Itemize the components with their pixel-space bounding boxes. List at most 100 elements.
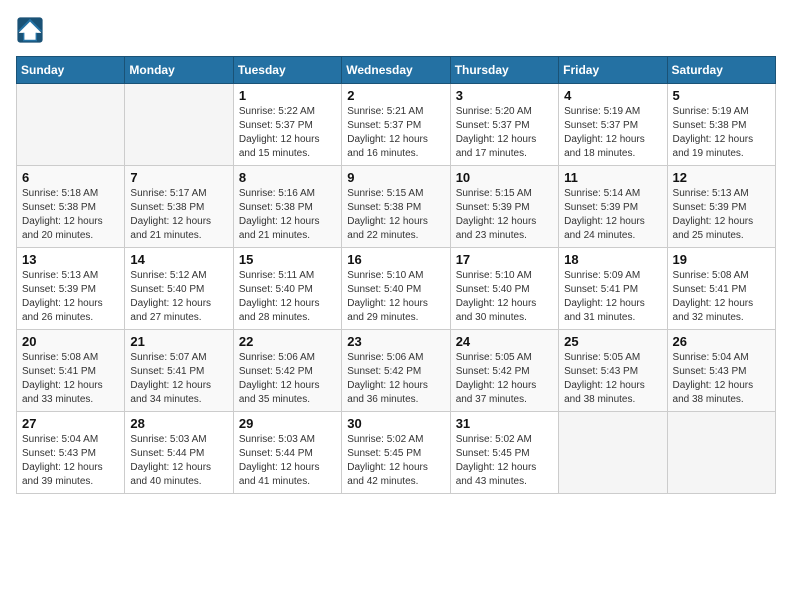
calendar-cell: 29Sunrise: 5:03 AM Sunset: 5:44 PM Dayli… bbox=[233, 412, 341, 494]
calendar-cell: 30 Sunrise: 5:02 AM Sunset: 5:45 PM Dayli… bbox=[342, 412, 450, 494]
calendar-week-5: 27Sunrise: 5:04 AM Sunset: 5:43 PM Dayli… bbox=[17, 412, 776, 494]
day-info: Sunrise: 5:11 AM Sunset: 5:40 PM Dayligh… bbox=[239, 269, 336, 325]
calendar-cell: 6 Sunrise: 5:18 AM Sunset: 5:38 PM Daylig… bbox=[17, 166, 125, 248]
calendar-cell: 7 Sunrise: 5:17 AM Sunset: 5:38 PM Daylig… bbox=[125, 166, 233, 248]
calendar-cell: 8 Sunrise: 5:16 AM Sunset: 5:38 PM Daylig… bbox=[233, 166, 341, 248]
calendar-cell: 5 Sunrise: 5:19 AM Sunset: 5:38 PM Daylig… bbox=[667, 84, 775, 166]
day-info: Sunrise: 5:17 AM Sunset: 5:38 PM Dayligh… bbox=[130, 187, 227, 243]
day-number: 6 bbox=[22, 170, 119, 185]
calendar-table: SundayMondayTuesdayWednesdayThursdayFrid… bbox=[16, 56, 776, 494]
calendar-cell: 22 Sunrise: 5:06 AM Sunset: 5:42 PM Dayli… bbox=[233, 330, 341, 412]
calendar-week-1: 1 Sunrise: 5:22 AM Sunset: 5:37 PM Daylig… bbox=[17, 84, 776, 166]
day-info: Sunrise: 5:13 AM Sunset: 5:39 PM Dayligh… bbox=[22, 269, 119, 325]
day-number: 5 bbox=[673, 88, 770, 103]
day-number: 30 bbox=[347, 416, 444, 431]
logo-icon bbox=[16, 16, 44, 44]
calendar-body: 1 Sunrise: 5:22 AM Sunset: 5:37 PM Daylig… bbox=[17, 84, 776, 494]
day-number: 21 bbox=[130, 334, 227, 349]
day-number: 29 bbox=[239, 416, 336, 431]
calendar-cell: 23Sunrise: 5:06 AM Sunset: 5:42 PM Dayli… bbox=[342, 330, 450, 412]
calendar-cell: 18 Sunrise: 5:09 AM Sunset: 5:41 PM Dayli… bbox=[559, 248, 667, 330]
day-info: Sunrise: 5:04 AM Sunset: 5:43 PM Dayligh… bbox=[673, 351, 770, 407]
calendar-cell: 27Sunrise: 5:04 AM Sunset: 5:43 PM Dayli… bbox=[17, 412, 125, 494]
day-number: 9 bbox=[347, 170, 444, 185]
weekday-header-row: SundayMondayTuesdayWednesdayThursdayFrid… bbox=[17, 57, 776, 84]
day-info: Sunrise: 5:06 AM Sunset: 5:42 PM Dayligh… bbox=[239, 351, 336, 407]
day-info: Sunrise: 5:16 AM Sunset: 5:38 PM Dayligh… bbox=[239, 187, 336, 243]
calendar-week-4: 20 Sunrise: 5:08 AM Sunset: 5:41 PM Dayli… bbox=[17, 330, 776, 412]
day-number: 4 bbox=[564, 88, 661, 103]
calendar-cell: 31 Sunrise: 5:02 AM Sunset: 5:45 PM Dayli… bbox=[450, 412, 558, 494]
page-header bbox=[16, 16, 776, 44]
day-info: Sunrise: 5:19 AM Sunset: 5:37 PM Dayligh… bbox=[564, 105, 661, 161]
day-number: 24 bbox=[456, 334, 553, 349]
calendar-cell bbox=[125, 84, 233, 166]
calendar-cell: 1 Sunrise: 5:22 AM Sunset: 5:37 PM Daylig… bbox=[233, 84, 341, 166]
calendar-cell bbox=[667, 412, 775, 494]
day-number: 31 bbox=[456, 416, 553, 431]
day-number: 7 bbox=[130, 170, 227, 185]
day-info: Sunrise: 5:18 AM Sunset: 5:38 PM Dayligh… bbox=[22, 187, 119, 243]
day-number: 19 bbox=[673, 252, 770, 267]
day-number: 14 bbox=[130, 252, 227, 267]
day-info: Sunrise: 5:08 AM Sunset: 5:41 PM Dayligh… bbox=[22, 351, 119, 407]
day-info: Sunrise: 5:13 AM Sunset: 5:39 PM Dayligh… bbox=[673, 187, 770, 243]
day-info: Sunrise: 5:06 AM Sunset: 5:42 PM Dayligh… bbox=[347, 351, 444, 407]
day-number: 16 bbox=[347, 252, 444, 267]
calendar-cell: 28Sunrise: 5:03 AM Sunset: 5:44 PM Dayli… bbox=[125, 412, 233, 494]
day-number: 13 bbox=[22, 252, 119, 267]
day-info: Sunrise: 5:15 AM Sunset: 5:38 PM Dayligh… bbox=[347, 187, 444, 243]
calendar-cell: 17 Sunrise: 5:10 AM Sunset: 5:40 PM Dayli… bbox=[450, 248, 558, 330]
calendar-cell: 21 Sunrise: 5:07 AM Sunset: 5:41 PM Dayli… bbox=[125, 330, 233, 412]
day-info: Sunrise: 5:08 AM Sunset: 5:41 PM Dayligh… bbox=[673, 269, 770, 325]
calendar-cell: 10 Sunrise: 5:15 AM Sunset: 5:39 PM Dayli… bbox=[450, 166, 558, 248]
weekday-thursday: Thursday bbox=[450, 57, 558, 84]
calendar-cell: 2Sunrise: 5:21 AM Sunset: 5:37 PM Daylig… bbox=[342, 84, 450, 166]
day-number: 8 bbox=[239, 170, 336, 185]
day-info: Sunrise: 5:10 AM Sunset: 5:40 PM Dayligh… bbox=[456, 269, 553, 325]
calendar-cell: 14 Sunrise: 5:12 AM Sunset: 5:40 PM Dayli… bbox=[125, 248, 233, 330]
day-info: Sunrise: 5:02 AM Sunset: 5:45 PM Dayligh… bbox=[347, 433, 444, 489]
calendar-cell: 25 Sunrise: 5:05 AM Sunset: 5:43 PM Dayli… bbox=[559, 330, 667, 412]
day-info: Sunrise: 5:12 AM Sunset: 5:40 PM Dayligh… bbox=[130, 269, 227, 325]
weekday-saturday: Saturday bbox=[667, 57, 775, 84]
day-number: 20 bbox=[22, 334, 119, 349]
day-number: 27 bbox=[22, 416, 119, 431]
calendar-cell: 16 Sunrise: 5:10 AM Sunset: 5:40 PM Dayli… bbox=[342, 248, 450, 330]
day-info: Sunrise: 5:20 AM Sunset: 5:37 PM Dayligh… bbox=[456, 105, 553, 161]
day-info: Sunrise: 5:05 AM Sunset: 5:43 PM Dayligh… bbox=[564, 351, 661, 407]
calendar-header: SundayMondayTuesdayWednesdayThursdayFrid… bbox=[17, 57, 776, 84]
day-number: 25 bbox=[564, 334, 661, 349]
day-number: 26 bbox=[673, 334, 770, 349]
day-number: 10 bbox=[456, 170, 553, 185]
day-info: Sunrise: 5:02 AM Sunset: 5:45 PM Dayligh… bbox=[456, 433, 553, 489]
day-number: 1 bbox=[239, 88, 336, 103]
day-number: 3 bbox=[456, 88, 553, 103]
calendar-cell: 12 Sunrise: 5:13 AM Sunset: 5:39 PM Dayli… bbox=[667, 166, 775, 248]
day-number: 12 bbox=[673, 170, 770, 185]
day-number: 11 bbox=[564, 170, 661, 185]
calendar-cell: 4 Sunrise: 5:19 AM Sunset: 5:37 PM Daylig… bbox=[559, 84, 667, 166]
logo bbox=[16, 16, 48, 44]
day-info: Sunrise: 5:10 AM Sunset: 5:40 PM Dayligh… bbox=[347, 269, 444, 325]
day-info: Sunrise: 5:19 AM Sunset: 5:38 PM Dayligh… bbox=[673, 105, 770, 161]
day-number: 22 bbox=[239, 334, 336, 349]
calendar-cell: 11 Sunrise: 5:14 AM Sunset: 5:39 PM Dayli… bbox=[559, 166, 667, 248]
weekday-sunday: Sunday bbox=[17, 57, 125, 84]
day-number: 18 bbox=[564, 252, 661, 267]
calendar-week-2: 6 Sunrise: 5:18 AM Sunset: 5:38 PM Daylig… bbox=[17, 166, 776, 248]
day-info: Sunrise: 5:22 AM Sunset: 5:37 PM Dayligh… bbox=[239, 105, 336, 161]
day-info: Sunrise: 5:09 AM Sunset: 5:41 PM Dayligh… bbox=[564, 269, 661, 325]
day-info: Sunrise: 5:07 AM Sunset: 5:41 PM Dayligh… bbox=[130, 351, 227, 407]
weekday-monday: Monday bbox=[125, 57, 233, 84]
calendar-week-3: 13 Sunrise: 5:13 AM Sunset: 5:39 PM Dayli… bbox=[17, 248, 776, 330]
calendar-cell: 9 Sunrise: 5:15 AM Sunset: 5:38 PM Daylig… bbox=[342, 166, 450, 248]
day-info: Sunrise: 5:15 AM Sunset: 5:39 PM Dayligh… bbox=[456, 187, 553, 243]
calendar-cell: 15Sunrise: 5:11 AM Sunset: 5:40 PM Dayli… bbox=[233, 248, 341, 330]
day-info: Sunrise: 5:14 AM Sunset: 5:39 PM Dayligh… bbox=[564, 187, 661, 243]
day-number: 28 bbox=[130, 416, 227, 431]
day-number: 17 bbox=[456, 252, 553, 267]
calendar-cell: 26 Sunrise: 5:04 AM Sunset: 5:43 PM Dayli… bbox=[667, 330, 775, 412]
calendar-cell: 19 Sunrise: 5:08 AM Sunset: 5:41 PM Dayli… bbox=[667, 248, 775, 330]
day-number: 2 bbox=[347, 88, 444, 103]
